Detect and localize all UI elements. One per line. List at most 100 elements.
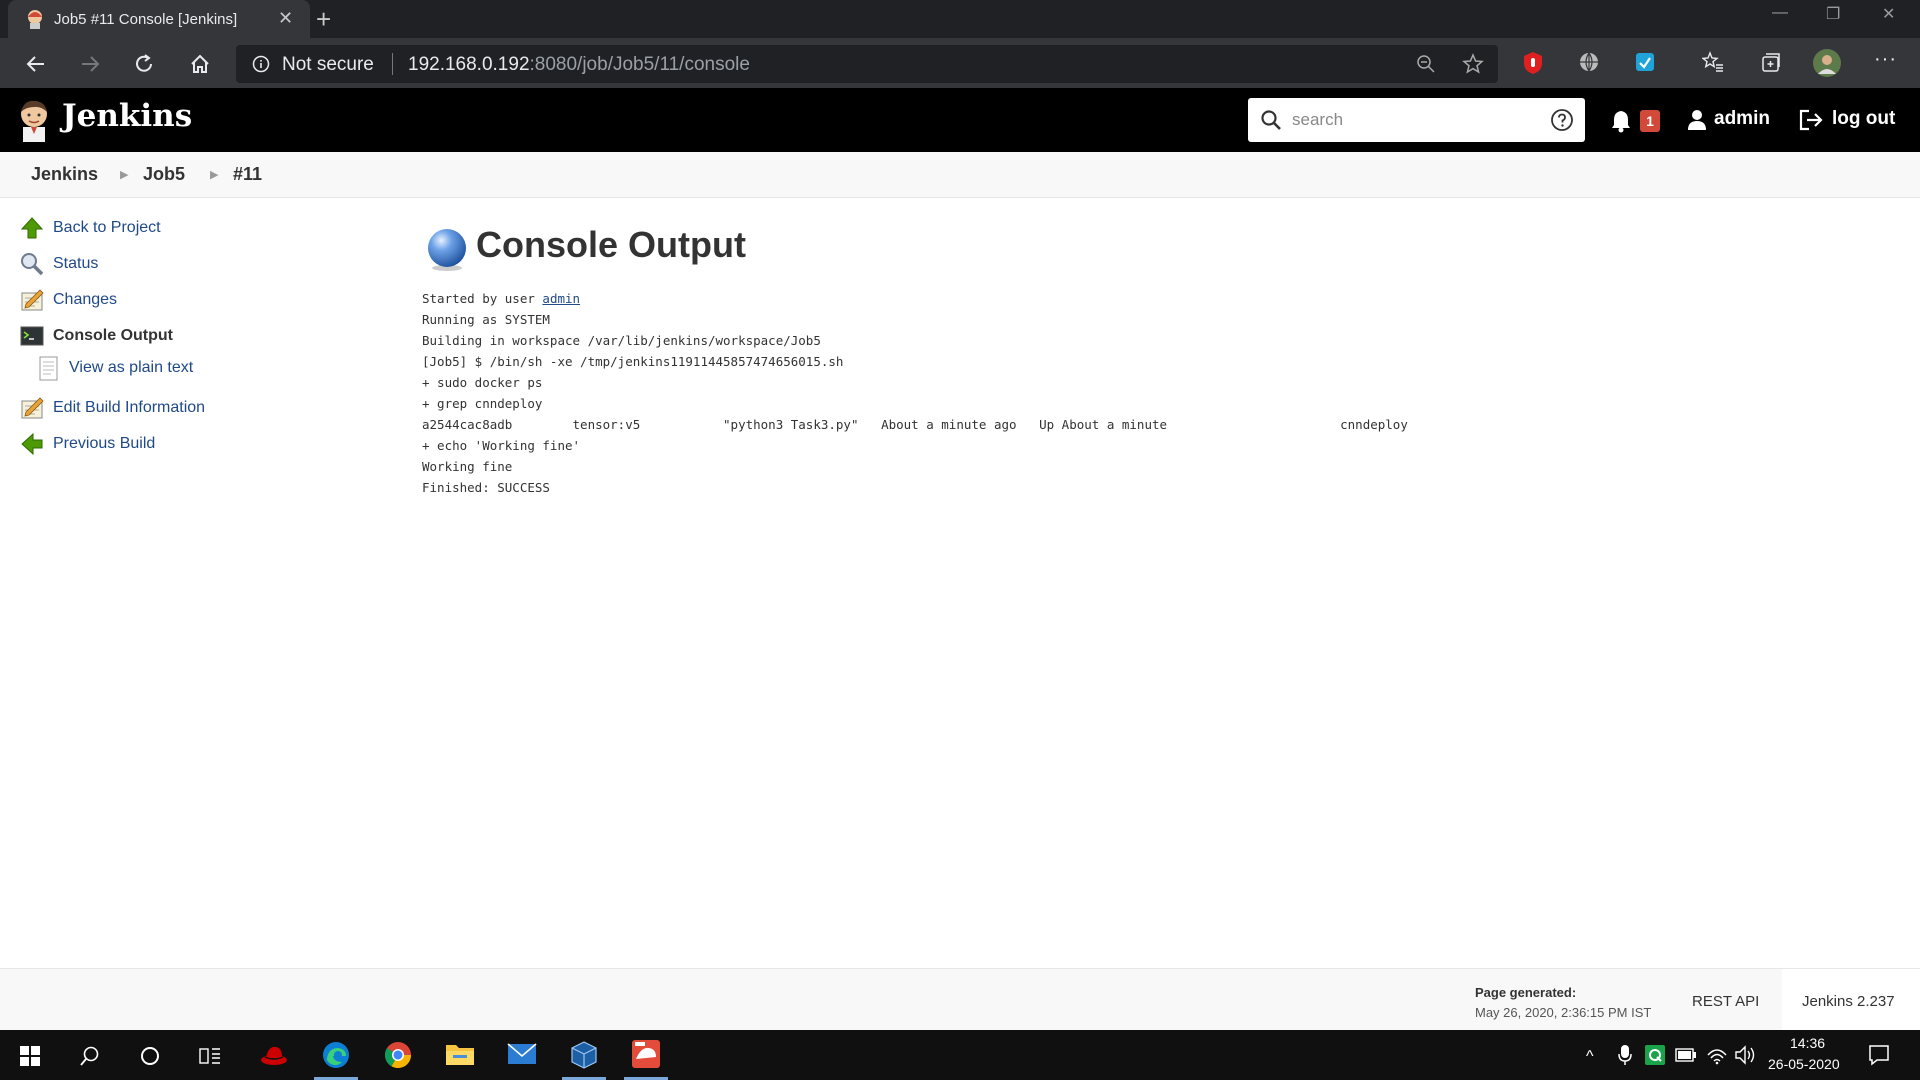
jenkins-favicon-icon — [26, 9, 44, 29]
breadcrumb-chevron-icon[interactable]: ▶ — [210, 168, 218, 181]
task-view-icon[interactable] — [198, 1045, 222, 1067]
url-text[interactable]: 192.168.0.192:8080/job/Job5/11/console — [408, 54, 750, 76]
sidebar-item-status[interactable]: Status — [20, 250, 280, 280]
page-footer: Page generated: May 26, 2020, 2:36:15 PM… — [0, 968, 1920, 1031]
more-menu-icon[interactable]: ··· — [1874, 48, 1897, 71]
notepad-icon — [20, 288, 44, 312]
console-line: [Job5] $ /bin/sh -xe /tmp/jenkins1191144… — [422, 354, 844, 369]
help-icon[interactable] — [1550, 108, 1574, 132]
search-input[interactable] — [1292, 108, 1532, 132]
maximize-icon[interactable]: ❐ — [1826, 4, 1840, 24]
action-center-icon[interactable] — [1868, 1044, 1890, 1066]
jenkins-logo-icon[interactable] — [16, 98, 52, 142]
battery-icon[interactable] — [1675, 1048, 1697, 1062]
back-icon[interactable] — [22, 50, 50, 78]
taskbar-app-chrome[interactable] — [372, 1030, 424, 1080]
breadcrumb-build-11[interactable]: #11 — [233, 164, 262, 185]
sidebar-item-label: Previous Build — [53, 435, 156, 452]
taskbar-app-vm-window[interactable] — [620, 1030, 672, 1080]
extension-globe-icon[interactable] — [1578, 51, 1600, 73]
windows-taskbar: ^ 14:36 26-05-2020 — [0, 1030, 1920, 1080]
sidebar-item-previous-build[interactable]: Previous Build — [20, 430, 280, 460]
taskbar-app-mail[interactable] — [496, 1030, 548, 1080]
sidebar-item-back-to-project[interactable]: Back to Project — [20, 214, 280, 244]
extension-teal-icon[interactable] — [1634, 51, 1656, 73]
sidebar-item-view-as-plain-text[interactable]: View as plain text — [36, 354, 296, 384]
address-bar[interactable]: Not secure 192.168.0.192:8080/job/Job5/1… — [236, 45, 1498, 83]
notification-bell-icon[interactable] — [1610, 109, 1632, 133]
jenkins-version-link[interactable]: Jenkins 2.237 — [1802, 993, 1895, 1010]
breadcrumb-chevron-icon[interactable]: ▶ — [120, 168, 128, 181]
terminal-icon — [20, 324, 44, 348]
taskbar-app-edge[interactable] — [310, 1030, 362, 1080]
browser-tab-strip: Job5 #11 Console [Jenkins] ✕ + — ❐ ✕ — [0, 0, 1920, 38]
browser-toolbar: Not secure 192.168.0.192:8080/job/Job5/1… — [0, 38, 1920, 88]
console-line: Working fine — [422, 459, 513, 474]
sidebar-item-label: View as plain text — [69, 359, 194, 376]
quick-heal-icon[interactable] — [1645, 1045, 1665, 1065]
logout-link[interactable]: log out — [1832, 108, 1895, 130]
edge-icon — [321, 1040, 351, 1070]
new-tab-icon[interactable]: + — [316, 6, 331, 32]
reload-icon[interactable] — [130, 50, 158, 78]
clock-date[interactable]: 26-05-2020 — [1768, 1056, 1840, 1072]
extension-red-hand-icon[interactable] — [1522, 51, 1544, 75]
windows-start-icon[interactable] — [20, 1046, 40, 1066]
forward-icon[interactable] — [76, 50, 104, 78]
collections-icon[interactable] — [1760, 51, 1782, 73]
virtualbox-icon — [570, 1040, 598, 1070]
mail-icon — [507, 1042, 537, 1066]
user-icon[interactable] — [1686, 109, 1708, 131]
vm-window-icon — [631, 1039, 661, 1069]
tab-title: Job5 #11 Console [Jenkins] — [54, 11, 238, 28]
console-line: + grep cnndeploy — [422, 396, 543, 411]
taskbar-app-redhat[interactable] — [248, 1030, 300, 1080]
volume-icon[interactable] — [1734, 1045, 1756, 1065]
page-generated-date: May 26, 2020, 2:36:15 PM IST — [1475, 1005, 1652, 1020]
up-arrow-icon — [20, 216, 44, 240]
redhat-icon — [260, 1042, 288, 1068]
user-link[interactable]: admin — [1714, 108, 1770, 130]
wifi-icon[interactable] — [1706, 1045, 1728, 1065]
microphone-icon[interactable] — [1618, 1044, 1632, 1066]
sidebar-item-edit-build-information[interactable]: Edit Build Information — [20, 394, 280, 424]
taskbar-search-icon[interactable] — [79, 1045, 101, 1067]
console-line: Finished: SUCCESS — [422, 480, 550, 495]
jenkins-brand[interactable]: Jenkins — [62, 98, 192, 134]
security-label: Not secure — [282, 54, 374, 75]
cortana-icon[interactable] — [139, 1045, 161, 1067]
profile-avatar[interactable] — [1812, 48, 1842, 78]
sidebar-item-label: Changes — [53, 291, 118, 308]
clock-time[interactable]: 14:36 — [1790, 1035, 1825, 1051]
console-line: Building in workspace /var/lib/jenkins/w… — [422, 333, 821, 348]
magnifier-icon — [20, 252, 44, 276]
info-icon[interactable] — [252, 55, 270, 73]
console-line: + sudo docker ps — [422, 375, 543, 390]
show-hidden-icons-chevron-icon[interactable]: ^ — [1586, 1048, 1594, 1066]
breadcrumb-jenkins[interactable]: Jenkins — [31, 164, 98, 185]
breadcrumb: Jenkins ▶ Job5 ▶ #11 — [0, 152, 1920, 198]
started-by-user-link[interactable]: admin — [542, 291, 580, 306]
zoom-icon[interactable] — [1416, 54, 1436, 74]
tab-close-icon[interactable]: ✕ — [278, 8, 293, 29]
left-arrow-icon — [20, 432, 44, 456]
console-output: Started by user admin Running as SYSTEM Bu… — [422, 288, 1408, 498]
rest-api-link[interactable]: REST API — [1692, 993, 1759, 1010]
document-icon — [36, 356, 60, 382]
favorites-icon[interactable] — [1702, 51, 1724, 73]
taskbar-app-file-explorer[interactable] — [434, 1030, 486, 1080]
notification-count-badge[interactable]: 1 — [1640, 110, 1660, 132]
window-close-icon[interactable]: ✕ — [1882, 4, 1895, 24]
taskbar-app-virtualbox[interactable] — [558, 1030, 610, 1080]
sidebar-item-changes[interactable]: Changes — [20, 286, 280, 316]
favorite-star-icon[interactable] — [1462, 53, 1484, 75]
breadcrumb-job5[interactable]: Job5 — [143, 164, 185, 185]
browser-tab[interactable]: Job5 #11 Console [Jenkins] ✕ — [8, 0, 310, 38]
sidebar-item-console-output[interactable]: Console Output — [20, 322, 280, 352]
console-line: a2544cac8adb tensor:v5 "python3 Task3.py… — [422, 417, 1408, 432]
chrome-icon — [383, 1040, 413, 1070]
minimize-icon[interactable]: — — [1772, 4, 1788, 22]
home-icon[interactable] — [186, 50, 214, 78]
logout-icon[interactable] — [1798, 108, 1824, 132]
page-generated-label: Page generated: — [1475, 985, 1577, 1000]
